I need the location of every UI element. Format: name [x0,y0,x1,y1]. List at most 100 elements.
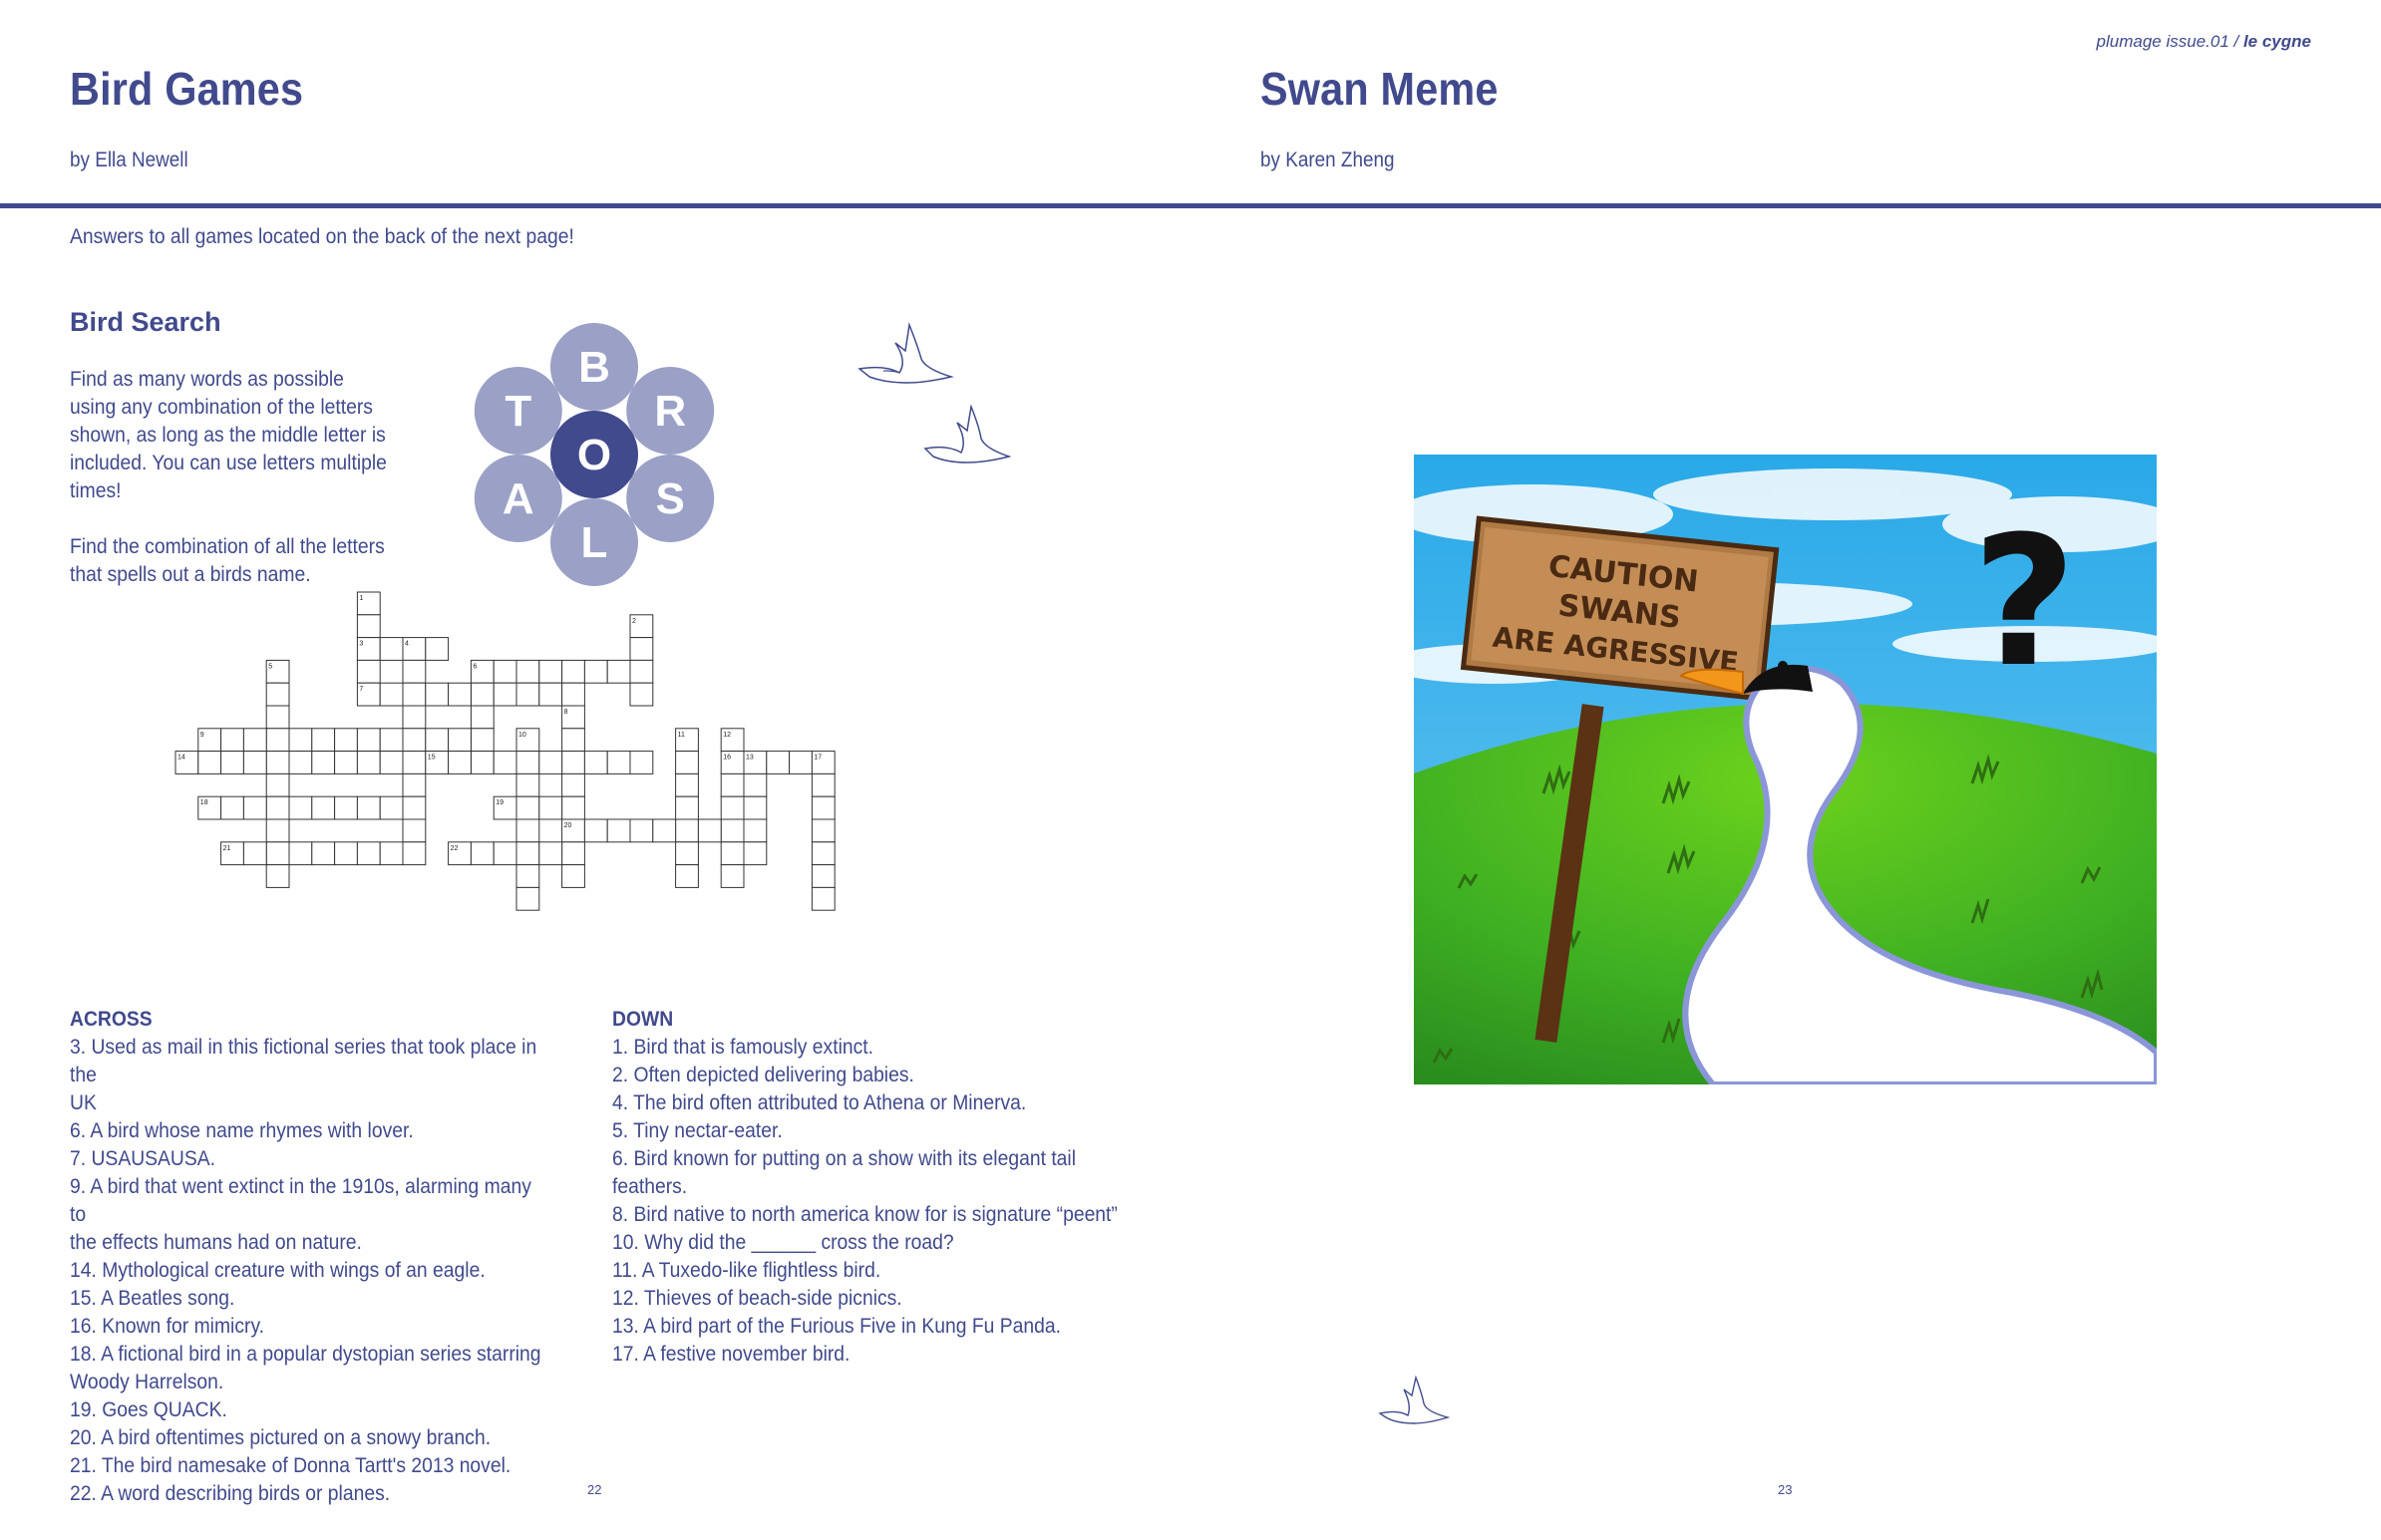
crossword-cell[interactable] [379,841,404,866]
crossword-cell[interactable] [288,751,313,774]
crossword-cell[interactable] [629,751,654,774]
crossword-cell[interactable] [470,682,495,707]
crossword-cell[interactable] [356,728,381,753]
crossword-cell[interactable] [583,751,608,774]
crossword-cell[interactable] [629,637,654,661]
crossword-cell[interactable] [720,818,745,843]
crossword-cell[interactable] [265,795,290,820]
crossword-cell[interactable] [629,659,654,684]
crossword-cell[interactable] [561,772,585,797]
crossword-cell[interactable] [288,728,313,753]
crossword-cell[interactable] [425,728,450,753]
crossword-cell[interactable] [356,795,381,820]
crossword-cell[interactable] [583,659,608,684]
crossword-cell[interactable] [265,728,290,753]
crossword-cell[interactable] [334,841,358,866]
crossword-cell[interactable] [402,841,427,866]
crossword-cell[interactable] [288,795,313,820]
crossword-cell[interactable] [561,751,585,774]
crossword-cell[interactable] [311,841,336,866]
crossword-cell[interactable] [470,841,495,866]
crossword-cell[interactable] [402,772,427,797]
crossword-cell[interactable] [629,682,654,707]
crossword-cell[interactable] [538,659,563,684]
crossword-cell[interactable] [606,659,631,684]
crossword-cell[interactable] [265,705,290,730]
crossword-cell[interactable] [561,795,585,820]
crossword-cell[interactable] [811,795,836,820]
crossword-cell[interactable] [538,751,563,774]
crossword-cell[interactable] [493,841,517,866]
crossword-cell[interactable] [242,795,267,820]
crossword-cell[interactable] [561,728,585,753]
crossword-cell[interactable] [311,728,336,753]
crossword-cell[interactable] [288,841,313,866]
crossword-cell[interactable] [242,751,267,774]
crossword-cell[interactable] [561,841,585,866]
crossword-cell[interactable] [242,728,267,753]
crossword-cell[interactable] [583,818,608,843]
crossword-cell[interactable] [811,864,836,888]
crossword-cell[interactable] [402,682,427,707]
crossword-cell[interactable] [675,751,699,774]
crossword-cell[interactable] [470,728,495,753]
crossword-cell[interactable] [265,864,290,888]
crossword-cell[interactable] [470,705,495,730]
crossword-cell[interactable] [515,682,540,707]
crossword-cell[interactable] [561,682,585,707]
crossword-cell[interactable] [379,795,404,820]
crossword-cell[interactable] [629,818,654,843]
crossword-cell[interactable] [448,682,472,707]
crossword-cell[interactable] [743,841,768,866]
crossword-cell[interactable] [720,795,745,820]
crossword-cell[interactable] [425,637,450,661]
crossword-cell[interactable] [515,659,540,684]
crossword-cell[interactable] [743,772,768,797]
crossword-cell[interactable] [789,751,813,774]
crossword-cell[interactable] [606,818,631,843]
crossword-cell[interactable] [743,795,768,820]
crossword-cell[interactable] [652,818,677,843]
crossword-cell[interactable] [515,841,540,866]
crossword-cell[interactable] [402,705,427,730]
crossword-cell[interactable] [220,795,244,820]
crossword-cell[interactable] [675,772,699,797]
crossword-cell[interactable] [675,841,699,866]
crossword-cell[interactable] [311,795,336,820]
crossword-cell[interactable] [379,751,404,774]
crossword-cell[interactable] [720,864,745,888]
crossword-cell[interactable] [402,728,427,753]
crossword-cell[interactable] [242,841,267,866]
crossword-cell[interactable] [538,682,563,707]
crossword-cell[interactable] [811,818,836,843]
crossword-cell[interactable] [356,841,381,866]
crossword-cell[interactable] [470,751,495,774]
crossword-cell[interactable] [538,841,563,866]
crossword-cell[interactable] [356,751,381,774]
crossword-cell[interactable] [675,864,699,888]
crossword-cell[interactable] [493,751,517,774]
crossword-cell[interactable] [561,659,585,684]
crossword-cell[interactable] [197,751,222,774]
crossword-cell[interactable] [402,818,427,843]
crossword-cell[interactable] [334,751,358,774]
crossword-cell[interactable] [356,659,381,684]
crossword-cell[interactable] [606,751,631,774]
crossword-cell[interactable] [515,772,540,797]
crossword-cell[interactable] [334,795,358,820]
crossword-cell[interactable] [720,772,745,797]
crossword-cell[interactable] [493,682,517,707]
crossword-cell[interactable] [811,841,836,866]
crossword-cell[interactable] [402,751,427,774]
crossword-cell[interactable] [561,864,585,888]
crossword-cell[interactable] [265,772,290,797]
crossword-cell[interactable] [265,841,290,866]
crossword-cell[interactable] [515,751,540,774]
crossword-cell[interactable] [220,728,244,753]
crossword-cell[interactable] [720,841,745,866]
crossword-cell[interactable] [265,751,290,774]
crossword-cell[interactable] [379,637,404,661]
crossword-cell[interactable] [448,751,472,774]
crossword-cell[interactable] [743,818,768,843]
crossword-cell[interactable] [379,682,404,707]
